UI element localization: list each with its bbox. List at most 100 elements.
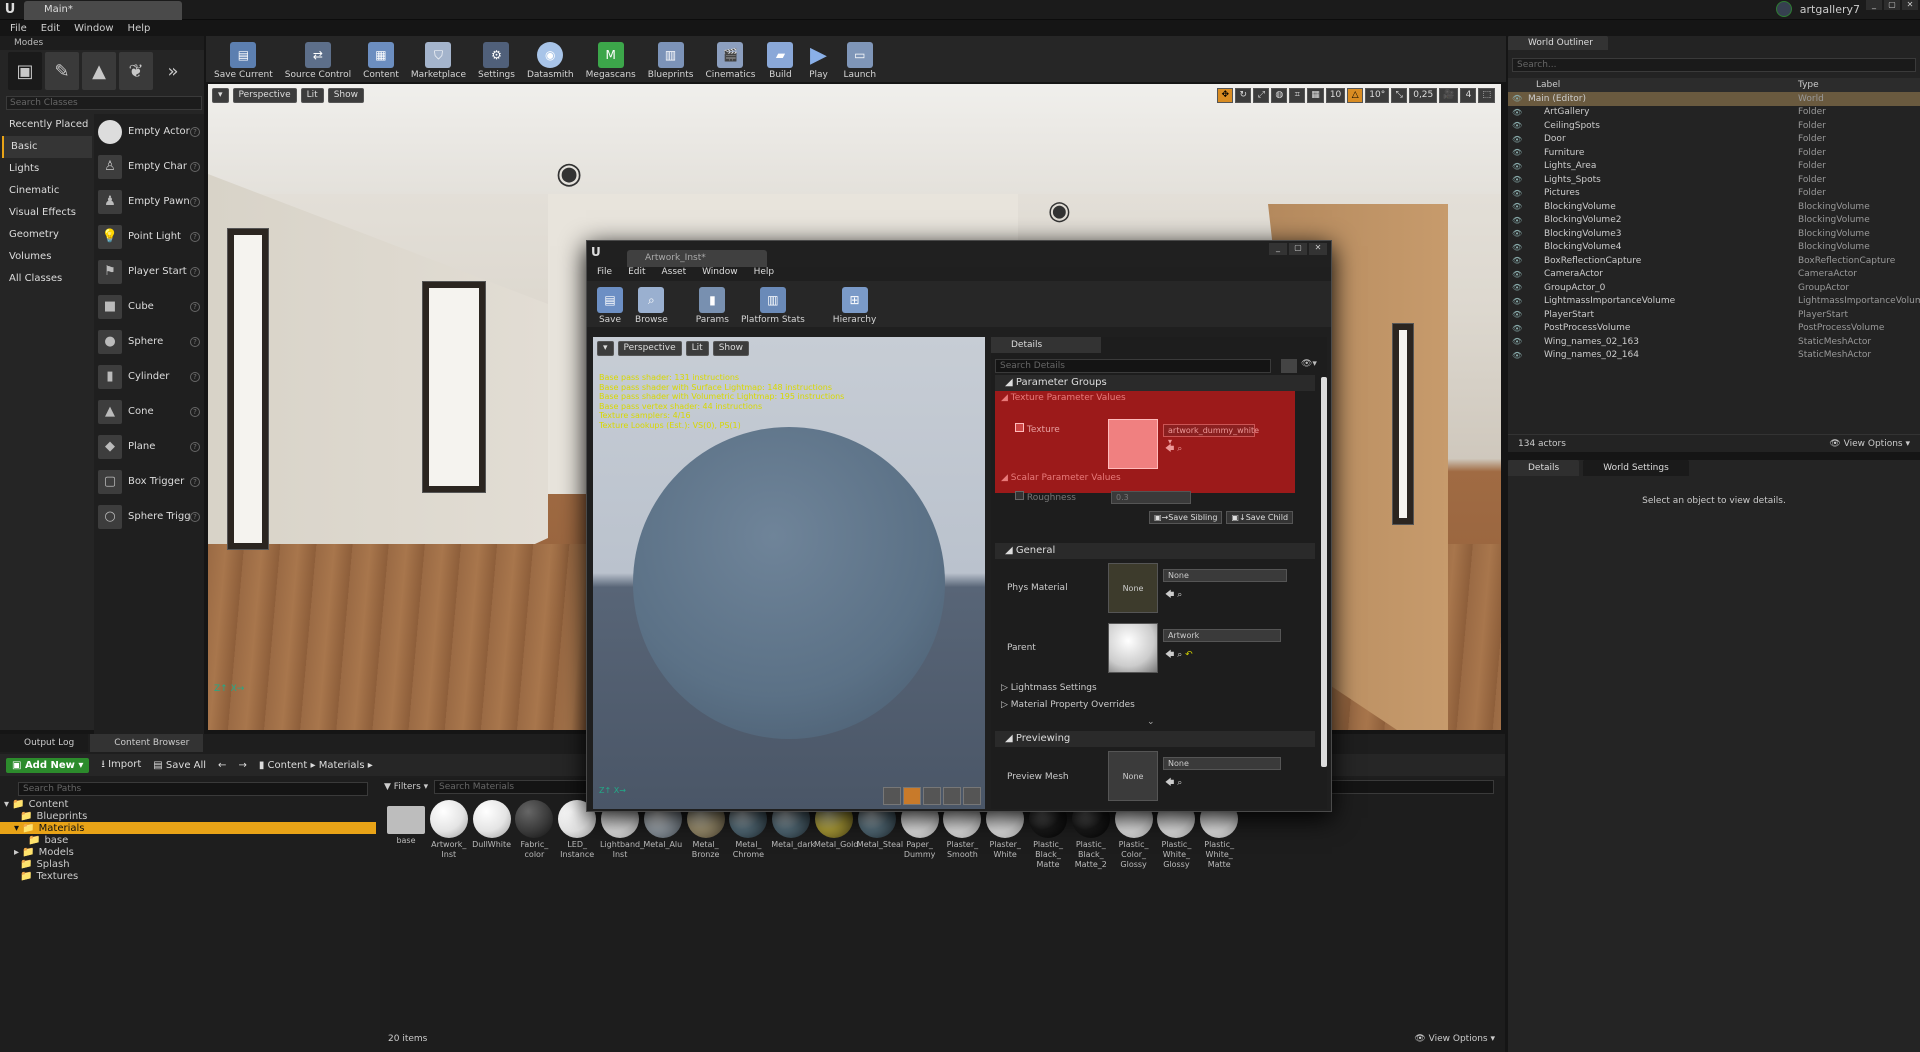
material-asset[interactable]: Fabric_ color xyxy=(514,800,554,860)
build-button[interactable]: ▰ Build xyxy=(763,36,797,82)
visibility-eye-icon[interactable]: 👁 xyxy=(1512,189,1524,198)
picture-frame[interactable] xyxy=(1393,324,1413,524)
minimize-button[interactable]: _ xyxy=(1269,243,1287,255)
grid-snap-icon[interactable]: ▦ xyxy=(1307,88,1324,103)
tab-output-log[interactable]: Output Log xyxy=(0,734,89,752)
class-empty-pawn[interactable]: ♟ Empty Pawn? xyxy=(94,184,204,219)
help-icon[interactable]: ? xyxy=(190,196,200,207)
tree-item-content[interactable]: ▾ 📁 Content xyxy=(0,798,376,810)
type-column-header[interactable]: Type xyxy=(1798,78,1819,92)
view-options-button[interactable]: 👁 View Options ▾ xyxy=(1414,1034,1495,1044)
filters-button[interactable]: ▼ Filters ▾ xyxy=(384,782,428,792)
browse-icon[interactable]: ⌕ xyxy=(1177,444,1182,454)
viewport-menu-button[interactable]: ▾ xyxy=(597,341,614,356)
help-icon[interactable]: ? xyxy=(190,441,200,452)
visibility-eye-icon[interactable]: 👁 xyxy=(1512,324,1524,333)
chevron-down-icon[interactable]: ⌄ xyxy=(1147,717,1155,727)
outliner-tab[interactable]: World Outliner xyxy=(1508,36,1608,50)
editor-tab[interactable]: Artwork_Inst* xyxy=(627,250,767,267)
tree-item-materials[interactable]: ▾ 📁 Materials xyxy=(0,822,376,834)
picture-frame[interactable] xyxy=(423,282,485,492)
use-selected-icon[interactable]: 🡄 xyxy=(1165,444,1174,454)
outliner-row[interactable]: 👁 Wing_names_02_163 StaticMeshActor xyxy=(1508,335,1920,349)
scale-icon[interactable]: ⤢ xyxy=(1253,88,1270,103)
outliner-row[interactable]: 👁 BoxReflectionCapture BoxReflectionCaptur… xyxy=(1508,254,1920,268)
visibility-eye-icon[interactable]: 👁 xyxy=(1512,148,1524,157)
scale-snap-icon[interactable]: ⤡ xyxy=(1391,88,1408,103)
grid-size-button[interactable]: 10 xyxy=(1325,88,1346,103)
tree-item-splash[interactable]: 📁 Splash xyxy=(0,858,376,870)
modes-tab[interactable]: Modes xyxy=(0,36,204,50)
reset-icon[interactable]: ↶ xyxy=(1185,650,1193,660)
source-control-icon[interactable] xyxy=(1775,1,1792,17)
save-all-button[interactable]: ▤ Save All xyxy=(153,760,206,771)
lightmass-settings-row[interactable]: ▷ Lightmass Settings xyxy=(995,683,1315,693)
help-icon[interactable]: ? xyxy=(190,511,200,522)
forward-icon[interactable]: → xyxy=(238,760,246,771)
back-icon[interactable]: ← xyxy=(218,760,226,771)
menu-help[interactable]: Help xyxy=(754,267,775,281)
parent-dropdown[interactable]: Artwork xyxy=(1163,629,1281,642)
help-icon[interactable]: ? xyxy=(190,406,200,417)
outliner-row[interactable]: 👁 BlockingVolume4 BlockingVolume xyxy=(1508,241,1920,255)
lit-button[interactable]: Lit xyxy=(685,341,709,356)
visibility-eye-icon[interactable]: 👁 xyxy=(1512,270,1524,279)
class-box-trigger[interactable]: ▢ Box Trigger? xyxy=(94,464,204,499)
breadcrumb-content[interactable]: Content xyxy=(268,760,308,771)
class-sphere[interactable]: ● Sphere? xyxy=(94,324,204,359)
show-button[interactable]: Show xyxy=(327,88,364,103)
details-scrollbar[interactable] xyxy=(1321,377,1327,767)
outliner-row[interactable]: 👁 GroupActor_0 GroupActor xyxy=(1508,281,1920,295)
tab-details[interactable]: Details xyxy=(1508,460,1580,476)
menu-window[interactable]: Window xyxy=(74,23,113,34)
parent-thumbnail[interactable] xyxy=(1108,623,1158,673)
class-cylinder[interactable]: ▮ Cylinder? xyxy=(94,359,204,394)
help-icon[interactable]: ? xyxy=(190,231,200,242)
breadcrumb-materials[interactable]: Materials xyxy=(319,760,365,771)
class-sphere-trigger[interactable]: ○ Sphere Trigg? xyxy=(94,499,204,534)
megascans-button[interactable]: M Megascans xyxy=(582,36,640,82)
visibility-eye-icon[interactable]: 👁 xyxy=(1512,175,1524,184)
parameter-groups-header[interactable]: ◢ Parameter Groups xyxy=(995,375,1315,391)
level-tab[interactable]: Main* xyxy=(24,1,182,20)
launch-button[interactable]: ▭ Launch xyxy=(839,36,880,82)
visibility-eye-icon[interactable]: 👁 xyxy=(1512,297,1524,306)
class-point-light[interactable]: 💡 Point Light? xyxy=(94,219,204,254)
class-empty-actor[interactable]: Empty Actor? xyxy=(94,114,204,149)
outliner-row[interactable]: 👁 PlayerStart PlayerStart xyxy=(1508,308,1920,322)
rotation-snap-icon[interactable]: △ xyxy=(1347,88,1364,103)
menu-window[interactable]: Window xyxy=(702,267,738,281)
outliner-row[interactable]: 👁 ArtGallery Folder xyxy=(1508,106,1920,120)
picture-frame[interactable] xyxy=(228,229,268,549)
visibility-eye-icon[interactable]: 👁 xyxy=(1512,162,1524,171)
visibility-eye-icon[interactable]: 👁 xyxy=(1512,135,1524,144)
phys-material-dropdown[interactable]: None xyxy=(1163,569,1287,582)
search-paths-input[interactable]: Search Paths xyxy=(18,782,368,796)
close-button[interactable]: ✕ xyxy=(1902,0,1918,10)
marketplace-button[interactable]: ⛉ Marketplace xyxy=(407,36,470,82)
view-options-button[interactable]: 👁 View Options ▾ xyxy=(1829,435,1910,453)
help-icon[interactable]: ? xyxy=(190,266,200,277)
category-basic[interactable]: Basic xyxy=(2,136,92,158)
preview-mesh-thumbnail[interactable]: None xyxy=(1108,751,1158,801)
landscape-mode-icon[interactable]: ▲ xyxy=(82,52,116,90)
tab-world-settings[interactable]: World Settings xyxy=(1583,460,1689,476)
spotlight-icon[interactable]: ◉ xyxy=(1048,196,1088,236)
play-button[interactable]: ▶ Play xyxy=(801,36,835,82)
blueprints-button[interactable]: ▥ Blueprints xyxy=(644,36,698,82)
menu-file[interactable]: File xyxy=(597,267,612,281)
cube-mesh-icon[interactable] xyxy=(943,787,961,805)
outliner-row[interactable]: 👁 CameraActor CameraActor xyxy=(1508,268,1920,282)
custom-mesh-icon[interactable] xyxy=(963,787,981,805)
content-button[interactable]: ▦ Content xyxy=(359,36,403,82)
tab-content-browser[interactable]: Content Browser xyxy=(90,734,204,752)
outliner-row[interactable]: 👁 BlockingVolume2 BlockingVolume xyxy=(1508,214,1920,228)
lit-button[interactable]: Lit xyxy=(300,88,324,103)
scalar-param-group[interactable]: ◢ Scalar Parameter Values xyxy=(995,473,1315,483)
general-header[interactable]: ◢ General xyxy=(995,543,1315,559)
scale-snap-button[interactable]: 0,25 xyxy=(1409,88,1438,103)
plane-mesh-icon[interactable] xyxy=(923,787,941,805)
outliner-row[interactable]: 👁 BlockingVolume3 BlockingVolume xyxy=(1508,227,1920,241)
category-cinematic[interactable]: Cinematic xyxy=(2,180,92,202)
outliner-row[interactable]: 👁 Lights_Area Folder xyxy=(1508,160,1920,174)
